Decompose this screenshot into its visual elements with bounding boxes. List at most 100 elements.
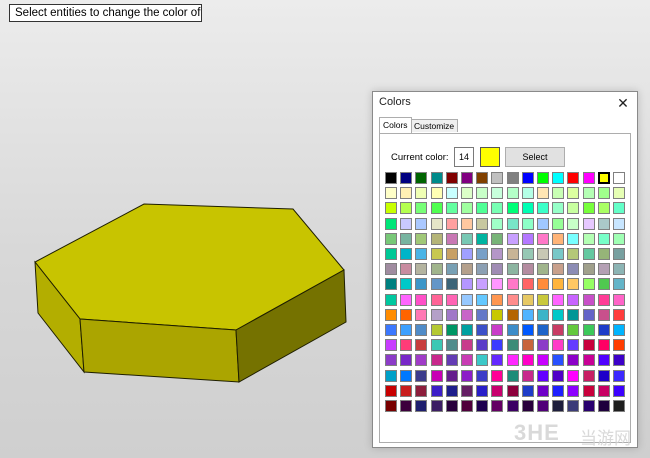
- color-swatch[interactable]: [461, 232, 473, 245]
- color-swatch[interactable]: [521, 308, 534, 321]
- color-swatch[interactable]: [461, 400, 473, 412]
- color-swatch[interactable]: [491, 202, 504, 215]
- color-swatch[interactable]: [552, 248, 565, 260]
- color-swatch[interactable]: [385, 384, 397, 397]
- color-swatch[interactable]: [582, 172, 595, 184]
- color-swatch[interactable]: [597, 308, 610, 321]
- color-swatch[interactable]: [506, 278, 519, 291]
- color-swatch[interactable]: [506, 369, 519, 382]
- color-swatch[interactable]: [476, 308, 489, 321]
- color-swatch[interactable]: [415, 232, 428, 245]
- color-swatch[interactable]: [582, 217, 595, 230]
- color-swatch[interactable]: [385, 172, 397, 184]
- color-swatch[interactable]: [506, 202, 519, 215]
- color-swatch[interactable]: [461, 339, 473, 352]
- color-swatch[interactable]: [491, 308, 504, 321]
- color-swatch[interactable]: [491, 278, 504, 291]
- color-swatch[interactable]: [430, 308, 443, 321]
- color-swatch[interactable]: [445, 172, 458, 184]
- color-swatch[interactable]: [430, 339, 443, 352]
- color-swatch[interactable]: [445, 354, 458, 367]
- color-swatch[interactable]: [506, 187, 519, 200]
- color-swatch[interactable]: [567, 293, 580, 306]
- color-swatch[interactable]: [597, 324, 610, 336]
- color-swatch[interactable]: [537, 339, 549, 352]
- color-swatch[interactable]: [567, 308, 580, 321]
- color-swatch[interactable]: [613, 232, 625, 245]
- color-swatch[interactable]: [597, 384, 610, 397]
- color-swatch[interactable]: [385, 308, 397, 321]
- color-swatch[interactable]: [521, 248, 534, 260]
- color-swatch[interactable]: [400, 202, 413, 215]
- color-swatch[interactable]: [597, 202, 610, 215]
- color-swatch[interactable]: [491, 217, 504, 230]
- color-swatch[interactable]: [445, 202, 458, 215]
- color-swatch[interactable]: [430, 217, 443, 230]
- color-swatch[interactable]: [400, 278, 413, 291]
- color-swatch[interactable]: [552, 339, 565, 352]
- color-swatch[interactable]: [445, 293, 458, 306]
- color-swatch[interactable]: [461, 172, 473, 184]
- color-swatch[interactable]: [445, 217, 458, 230]
- color-swatch[interactable]: [445, 384, 458, 397]
- tab-colors[interactable]: Colors: [379, 117, 412, 133]
- color-swatch[interactable]: [582, 187, 595, 200]
- color-swatch[interactable]: [385, 232, 397, 245]
- color-swatch[interactable]: [521, 339, 534, 352]
- color-swatch[interactable]: [613, 202, 625, 215]
- color-swatch[interactable]: [597, 187, 610, 200]
- color-swatch[interactable]: [461, 202, 473, 215]
- color-swatch[interactable]: [430, 354, 443, 367]
- color-swatch[interactable]: [491, 384, 504, 397]
- color-swatch[interactable]: [567, 324, 580, 336]
- color-swatch[interactable]: [597, 369, 610, 382]
- color-swatch[interactable]: [613, 384, 625, 397]
- color-swatch[interactable]: [385, 339, 397, 352]
- color-swatch[interactable]: [582, 369, 595, 382]
- color-swatch[interactable]: [567, 278, 580, 291]
- color-swatch[interactable]: [597, 248, 610, 260]
- color-swatch[interactable]: [552, 293, 565, 306]
- color-swatch[interactable]: [476, 187, 489, 200]
- color-swatch[interactable]: [506, 354, 519, 367]
- color-swatch[interactable]: [537, 187, 549, 200]
- color-swatch[interactable]: [582, 293, 595, 306]
- color-swatch[interactable]: [506, 263, 519, 276]
- color-swatch[interactable]: [445, 278, 458, 291]
- color-swatch[interactable]: [582, 232, 595, 245]
- color-swatch[interactable]: [476, 217, 489, 230]
- color-swatch[interactable]: [597, 232, 610, 245]
- color-swatch[interactable]: [552, 232, 565, 245]
- color-swatch[interactable]: [582, 339, 595, 352]
- color-swatch[interactable]: [506, 400, 519, 412]
- color-swatch[interactable]: [597, 263, 610, 276]
- color-swatch[interactable]: [415, 369, 428, 382]
- select-button[interactable]: Select: [505, 147, 565, 167]
- color-swatch[interactable]: [415, 263, 428, 276]
- color-swatch[interactable]: [521, 202, 534, 215]
- color-swatch[interactable]: [476, 384, 489, 397]
- color-swatch[interactable]: [476, 400, 489, 412]
- color-swatch[interactable]: [461, 217, 473, 230]
- color-swatch[interactable]: [552, 384, 565, 397]
- color-swatch[interactable]: [430, 400, 443, 412]
- color-swatch[interactable]: [552, 369, 565, 382]
- color-swatch[interactable]: [461, 187, 473, 200]
- color-swatch[interactable]: [597, 217, 610, 230]
- color-swatch[interactable]: [582, 248, 595, 260]
- color-swatch[interactable]: [567, 384, 580, 397]
- color-swatch[interactable]: [415, 172, 428, 184]
- color-swatch[interactable]: [385, 369, 397, 382]
- color-swatch[interactable]: [400, 293, 413, 306]
- color-swatch[interactable]: [597, 172, 610, 184]
- color-swatch[interactable]: [400, 384, 413, 397]
- color-swatch[interactable]: [537, 324, 549, 336]
- color-swatch[interactable]: [476, 232, 489, 245]
- color-swatch[interactable]: [400, 369, 413, 382]
- color-swatch[interactable]: [597, 400, 610, 412]
- color-swatch[interactable]: [506, 232, 519, 245]
- color-swatch[interactable]: [582, 354, 595, 367]
- color-swatch[interactable]: [552, 400, 565, 412]
- color-swatch[interactable]: [461, 293, 473, 306]
- color-swatch[interactable]: [567, 217, 580, 230]
